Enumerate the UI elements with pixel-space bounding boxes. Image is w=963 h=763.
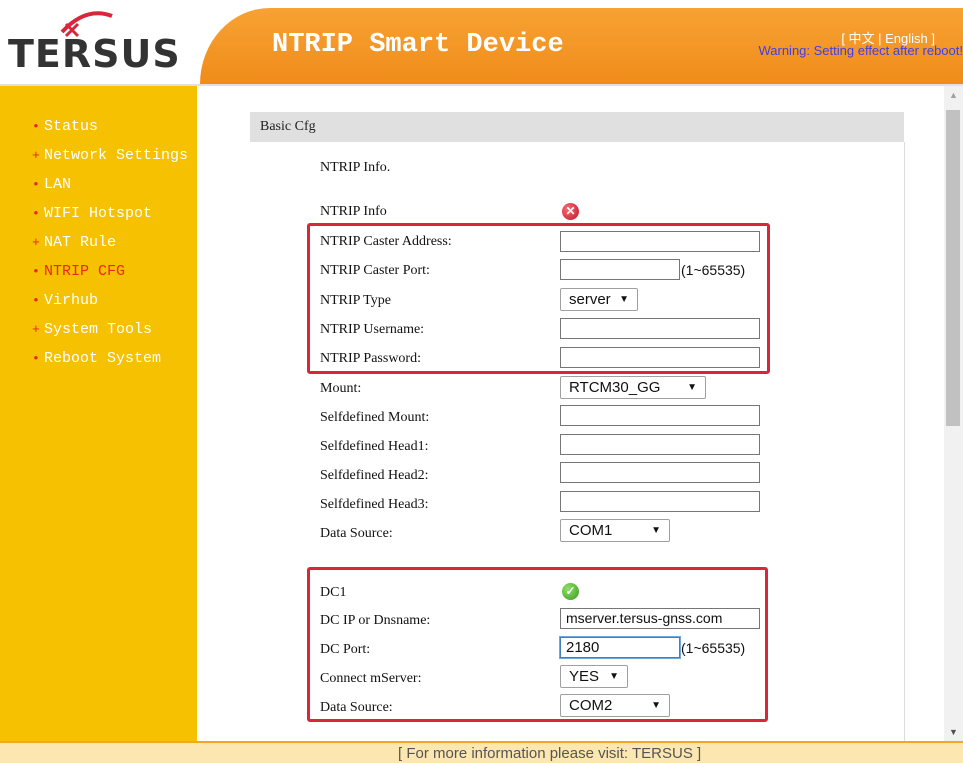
password-input[interactable] [560, 347, 760, 368]
ntrip-type-value: server [569, 291, 611, 308]
dc1-label: DC1 [320, 585, 347, 600]
dropdown-arrow-icon: ▼ [687, 382, 697, 393]
mount-select[interactable]: RTCM30_GG ▼ [560, 376, 706, 399]
username-label: NTRIP Username: [320, 322, 425, 337]
data-source-2-label: Data Source: [320, 700, 393, 715]
selfdefined-head2-label: Selfdefined Head2: [320, 468, 429, 483]
vertical-scrollbar[interactable]: ▲ ▼ [944, 86, 963, 741]
ntrip-type-select[interactable]: server ▼ [560, 288, 638, 311]
mount-label: Mount: [320, 381, 362, 396]
reboot-warning: Warning: Setting effect after reboot! [758, 43, 963, 58]
caster-address-label: NTRIP Caster Address: [320, 234, 452, 249]
sidebar-item-network-settings[interactable]: + Network Settings [32, 141, 197, 170]
mount-value: RTCM30_GG [569, 379, 661, 396]
error-x-icon: ✕ [562, 203, 579, 220]
selfdefined-head3-input[interactable] [560, 491, 760, 512]
sidebar-item-wifi-hotspot[interactable]: • WIFI Hotspot [32, 199, 197, 228]
connect-mserver-label: Connect mServer: [320, 671, 422, 686]
caster-port-label: NTRIP Caster Port: [320, 263, 430, 278]
data-source-value: COM1 [569, 522, 613, 539]
scroll-down-arrow-icon[interactable]: ▼ [944, 727, 963, 737]
panel-heading: Basic Cfg [250, 112, 904, 142]
sidebar-item-label: NTRIP CFG [44, 263, 126, 280]
sidebar-nav: • Status + Network Settings • LAN • WIFI Hot… [0, 86, 197, 373]
sidebar-item-virhub[interactable]: • Virhub [32, 286, 197, 315]
sidebar-item-label: Virhub [44, 292, 99, 309]
section-title: NTRIP Info. [320, 160, 391, 175]
caster-port-input[interactable] [560, 259, 680, 280]
dropdown-arrow-icon: ▼ [619, 294, 629, 305]
selfdefined-mount-input[interactable] [560, 405, 760, 426]
sidebar-item-label: WIFI Hotspot [44, 205, 153, 222]
sidebar-item-status[interactable]: • Status [32, 112, 197, 141]
sidebar-item-label: Status [44, 118, 99, 135]
dc-ip-label: DC IP or Dnsname: [320, 613, 431, 628]
sidebar-item-label: Reboot System [44, 350, 162, 367]
ntrip-info-label: NTRIP Info [320, 204, 387, 219]
dc-port-range-hint: (1~65535) [681, 640, 746, 656]
footer: [ For more information please visit: TER… [0, 741, 963, 763]
sidebar-item-label: System Tools [44, 321, 153, 338]
selfdefined-mount-label: Selfdefined Mount: [320, 410, 430, 425]
selfdefined-head2-input[interactable] [560, 462, 760, 483]
sidebar-item-lan[interactable]: • LAN [32, 170, 197, 199]
checkmark-icon: ✓ [562, 583, 579, 600]
tersus-logo[interactable]: TERSUS [8, 11, 193, 76]
sidebar-item-label: LAN [44, 176, 72, 193]
data-source-2-select[interactable]: COM2 ▼ [560, 694, 670, 717]
connect-mserver-select[interactable]: YES ▼ [560, 665, 628, 688]
selfdefined-head1-label: Selfdefined Head1: [320, 439, 429, 454]
sidebar-item-nat-rule[interactable]: + NAT Rule [32, 228, 197, 257]
dropdown-arrow-icon: ▼ [609, 671, 619, 682]
connect-mserver-value: YES [569, 668, 600, 685]
ntrip-config-form: NTRIP Info. NTRIP Info ✕ NTRIP Caster Ad… [250, 142, 905, 742]
data-source-label: Data Source: [320, 526, 393, 541]
caster-address-input[interactable] [560, 231, 760, 252]
sidebar-item-reboot-system[interactable]: • Reboot System [32, 344, 197, 373]
logo-text: TERSUS [8, 32, 181, 76]
dropdown-arrow-icon: ▼ [651, 525, 661, 536]
dc-ip-input[interactable]: mserver.tersus-gnss.com [560, 608, 760, 629]
scrollbar-thumb[interactable] [946, 110, 960, 426]
footer-link[interactable]: [ For more information please visit: TER… [398, 745, 701, 762]
selfdefined-head1-input[interactable] [560, 434, 760, 455]
dc-port-input[interactable]: 2180 [560, 637, 680, 658]
dc-port-label: DC Port: [320, 642, 371, 657]
username-input[interactable] [560, 318, 760, 339]
ntrip-type-label: NTRIP Type [320, 293, 391, 308]
data-source-select[interactable]: COM1 ▼ [560, 519, 670, 542]
password-label: NTRIP Password: [320, 351, 421, 366]
selfdefined-head3-label: Selfdefined Head3: [320, 497, 429, 512]
dropdown-arrow-icon: ▼ [651, 700, 661, 711]
sidebar-item-ntrip-cfg[interactable]: • NTRIP CFG [32, 257, 197, 286]
caster-port-range-hint: (1~65535) [681, 262, 746, 278]
scroll-up-arrow-icon[interactable]: ▲ [944, 90, 963, 100]
sidebar-item-system-tools[interactable]: + System Tools [32, 315, 197, 344]
sidebar-item-label: Network Settings [44, 147, 189, 164]
sidebar-item-label: NAT Rule [44, 234, 117, 251]
page-title: NTRIP Smart Device [272, 30, 564, 60]
sidebar: • Status + Network Settings • LAN • WIFI Hot… [0, 86, 197, 741]
data-source-2-value: COM2 [569, 697, 613, 714]
header: TERSUS NTRIP Smart Device [ 中文 | English… [0, 0, 963, 86]
